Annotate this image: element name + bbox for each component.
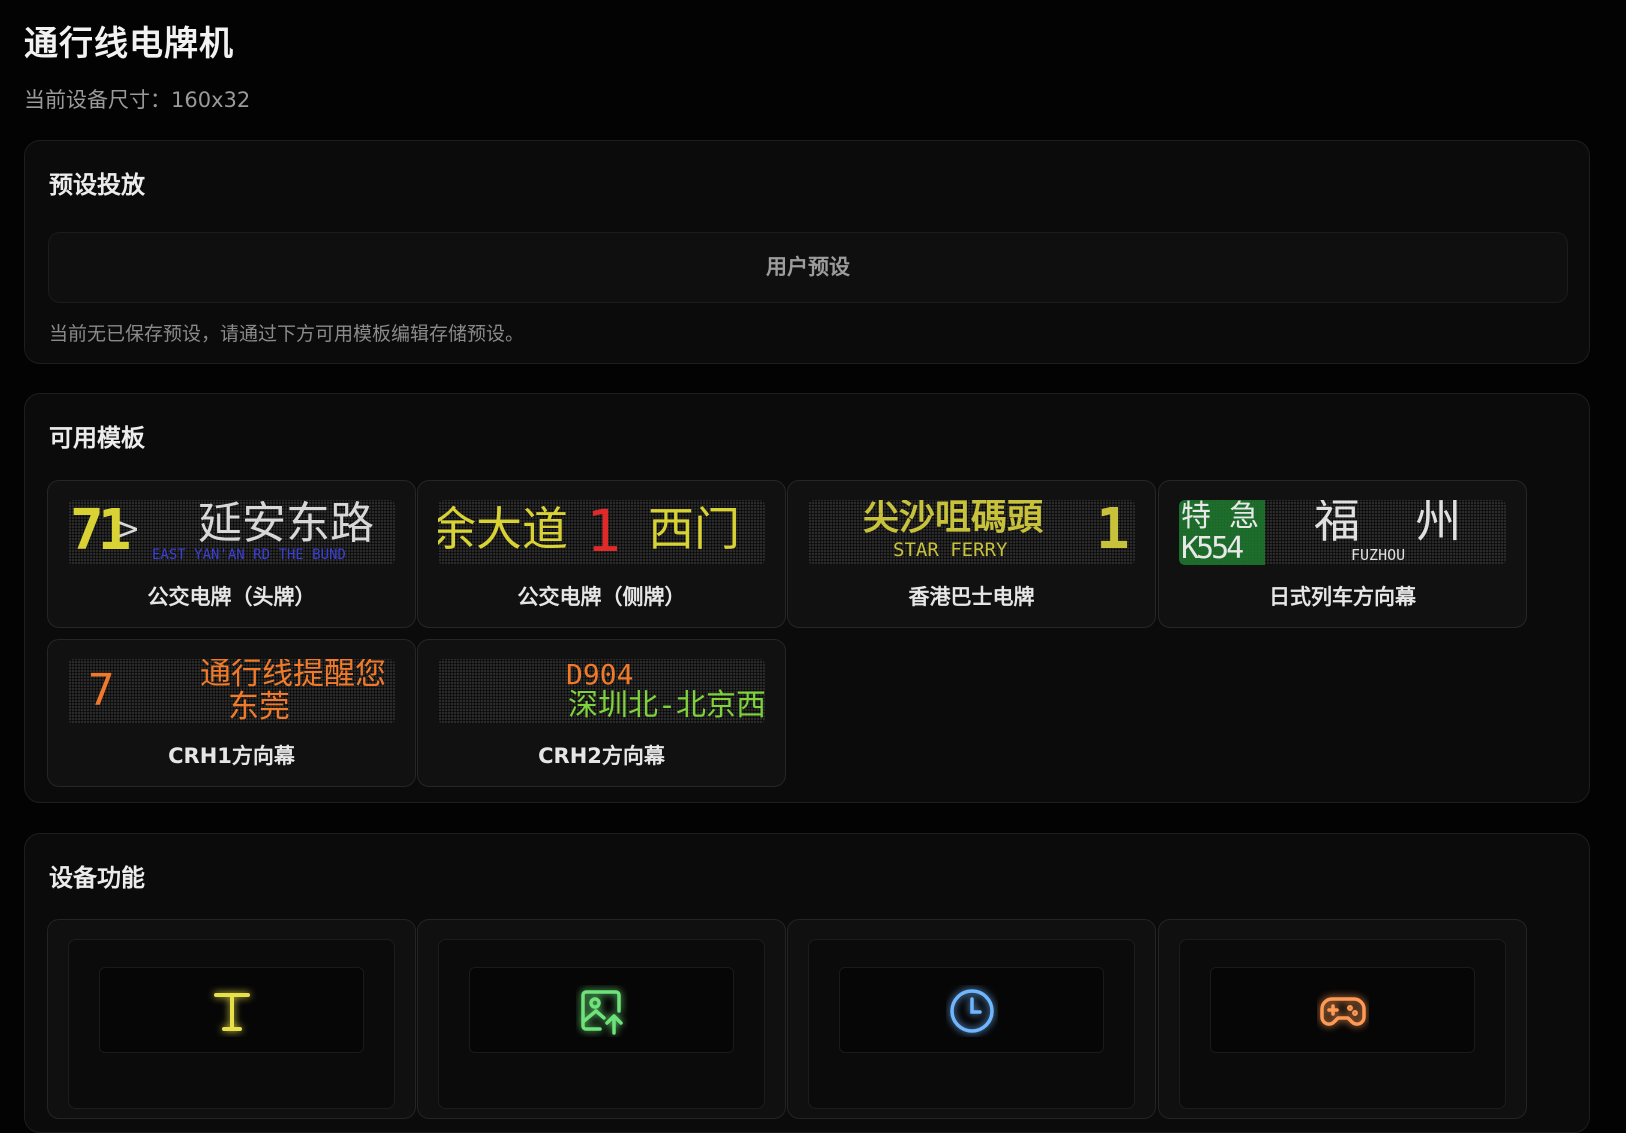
clock-icon xyxy=(950,989,994,1033)
feature-icon-box xyxy=(839,967,1104,1053)
led-number: 1 xyxy=(1096,500,1130,562)
template-card-label: 公交电牌（头牌） xyxy=(147,585,316,609)
page: 通行线电牌机 当前设备尺寸：160x32 xyxy=(24,14,1592,114)
page-title: 通行线电牌机 xyxy=(24,24,234,64)
led-preview: 尖沙咀碼頭 STAR FERRY 1 xyxy=(808,500,1135,565)
led-preview: 特 急 K554 福 州 FUZHOU xyxy=(1179,500,1506,565)
template-card-label: CRH1方向幕 xyxy=(168,744,295,768)
led-sub-text: FUZHOU xyxy=(1351,546,1406,564)
empty-preset-hint: 当前无已保存预设，请通过下方可用模板编辑存储预设。 xyxy=(49,323,525,345)
led-main-text: 尖沙咀碼頭 xyxy=(863,500,1044,538)
led-line2: 东莞 xyxy=(228,689,290,724)
led-sub-text: STAR FERRY xyxy=(893,539,1008,561)
template-card-label: CRH2方向幕 xyxy=(538,744,665,768)
feature-preview xyxy=(808,939,1135,1109)
led-preview: 7 通行线提醒您 东莞 xyxy=(68,659,395,724)
template-card-label: 公交电牌（侧牌） xyxy=(517,585,686,609)
led-line1: 通行线提醒您 xyxy=(200,659,386,692)
template-card-hk-bus[interactable]: 尖沙咀碼頭 STAR FERRY 1 香港巴士电牌 xyxy=(787,480,1156,628)
gamepad-icon xyxy=(1320,997,1366,1026)
feature-icon-box xyxy=(1210,967,1475,1053)
led-number: 7 xyxy=(88,665,115,716)
template-card-label: 香港巴士电牌 xyxy=(908,585,1035,609)
led-train-number: K554 xyxy=(1181,531,1244,565)
template-card-bus-head[interactable]: 71 > 延安东路 EAST YAN'AN RD THE BUND 公交电牌（头… xyxy=(47,480,416,628)
led-preview: 71 > 延安东路 EAST YAN'AN RD THE BUND xyxy=(68,500,395,565)
templates-section: 可用模板 71 > 延安东路 EAST YAN'AN RD THE BUND 公… xyxy=(24,393,1590,803)
preset-section: 预设投放 用户预设 当前无已保存预设，请通过下方可用模板编辑存储预设。 xyxy=(24,140,1590,364)
preset-section-title: 预设投放 xyxy=(49,171,145,199)
feature-card-game[interactable] xyxy=(1158,919,1527,1119)
template-card-crh1[interactable]: 7 通行线提醒您 东莞 CRH1方向幕 xyxy=(47,639,416,787)
device-size-text: 当前设备尺寸：160x32 xyxy=(24,88,251,112)
feature-preview xyxy=(68,939,395,1109)
feature-card-image[interactable] xyxy=(417,919,786,1119)
features-section-title: 设备功能 xyxy=(49,864,145,892)
features-section: 设备功能 xyxy=(24,833,1590,1133)
feature-preview xyxy=(1179,939,1506,1109)
image-upload-icon xyxy=(581,990,623,1035)
led-preview: D904 深圳北-北京西 xyxy=(438,659,765,724)
led-train-number: D904 xyxy=(566,659,634,691)
feature-icon-box xyxy=(469,967,734,1053)
led-route-text: 深圳北-北京西 xyxy=(568,688,765,723)
user-preset-tab[interactable]: 用户预设 xyxy=(48,232,1568,303)
templates-section-title: 可用模板 xyxy=(49,424,145,452)
feature-card-text[interactable] xyxy=(47,919,416,1119)
template-card-jp-train[interactable]: 特 急 K554 福 州 FUZHOU 日式列车方向幕 xyxy=(1158,480,1527,628)
template-card-crh2[interactable]: D904 深圳北-北京西 CRH2方向幕 xyxy=(417,639,786,787)
feature-preview xyxy=(438,939,765,1109)
text-icon xyxy=(214,993,250,1031)
led-preview: 余大道 1 西门 xyxy=(438,500,765,565)
led-arrow: > xyxy=(118,509,139,549)
template-card-bus-side[interactable]: 余大道 1 西门 公交电牌（侧牌） xyxy=(417,480,786,628)
feature-card-clock[interactable] xyxy=(787,919,1156,1119)
led-number: 1 xyxy=(586,500,621,565)
led-right-text: 西门 xyxy=(648,502,740,556)
template-card-label: 日式列车方向幕 xyxy=(1269,585,1416,609)
feature-icon-box xyxy=(99,967,364,1053)
led-train-type: 特 急 xyxy=(1181,500,1260,534)
led-main-text: 延安东路 xyxy=(198,500,374,549)
led-main-text: 福 州 xyxy=(1314,500,1462,548)
led-sub-text: EAST YAN'AN RD THE BUND xyxy=(152,547,346,563)
led-left-text: 余大道 xyxy=(438,502,568,556)
